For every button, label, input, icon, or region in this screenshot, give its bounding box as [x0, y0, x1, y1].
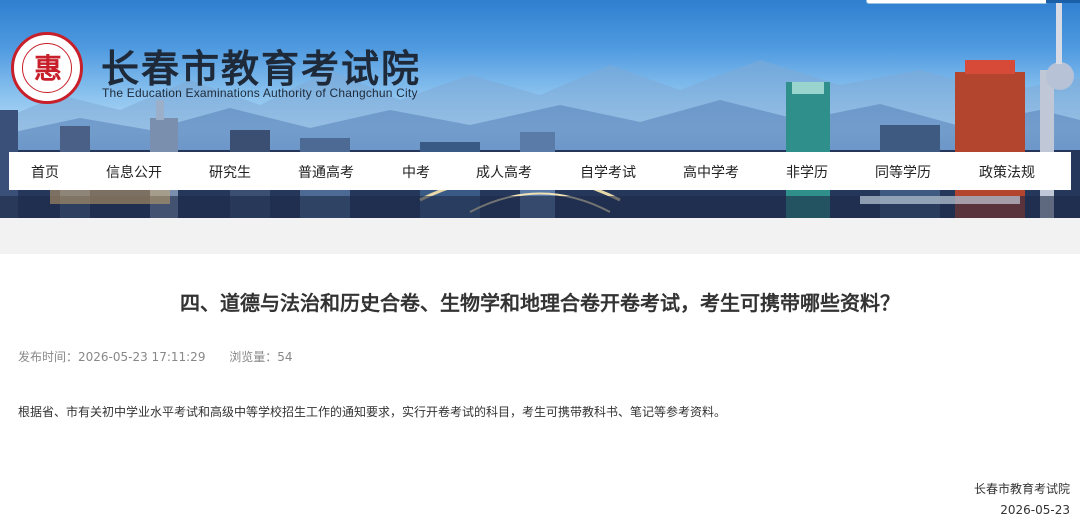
nav-policy[interactable]: 政策法规 — [979, 162, 1035, 182]
nav-non-degree[interactable]: 非学历 — [786, 162, 828, 182]
nav-info-disclosure[interactable]: 信息公开 — [106, 162, 162, 182]
site-logo[interactable]: 惠 — [11, 32, 83, 104]
signature-org: 长春市教育考试院 — [973, 482, 1070, 496]
nav-adult-exam[interactable]: 成人高考 — [476, 162, 532, 182]
view-count: 浏览量：54 — [229, 350, 293, 364]
nav-home[interactable]: 首页 — [31, 162, 59, 182]
breadcrumb-band — [0, 218, 1080, 254]
article-body: 根据省、市有关初中学业水平考试和高级中等学校招生工作的通知要求，实行开卷考试的科… — [18, 405, 727, 419]
main-nav: 首页 信息公开 研究生 普通高考 中考 成人高考 自学考试 高中学考 非学历 同… — [9, 152, 1071, 190]
nav-high-school-test[interactable]: 高中学考 — [683, 162, 739, 182]
search-input[interactable] — [866, 0, 1048, 4]
signature-date: 2026-05-23 — [1000, 503, 1070, 517]
nav-gaokao[interactable]: 普通高考 — [298, 162, 354, 182]
header-banner: 惠 长春市教育考试院 The Education Examinations Au… — [0, 0, 1080, 218]
article-meta: 发布时间：2026-05-23 17:11:29 浏览量：54 — [18, 348, 313, 365]
publish-time: 发布时间：2026-05-23 17:11:29 — [18, 350, 206, 364]
nav-zhongkao[interactable]: 中考 — [402, 162, 430, 182]
article-title: 四、道德与法治和历史合卷、生物学和地理合卷开卷考试，考生可携带哪些资料？ — [180, 291, 900, 315]
search-button[interactable] — [1046, 0, 1080, 3]
nav-self-study[interactable]: 自学考试 — [580, 162, 636, 182]
logo-glyph: 惠 — [33, 52, 62, 85]
nav-equivalent-degree[interactable]: 同等学历 — [875, 162, 931, 182]
site-subtitle: The Education Examinations Authority of … — [102, 86, 418, 100]
logo-inner-ring: 惠 — [22, 43, 72, 93]
nav-graduate[interactable]: 研究生 — [209, 162, 251, 182]
site-title: 长春市教育考试院 — [101, 47, 422, 91]
